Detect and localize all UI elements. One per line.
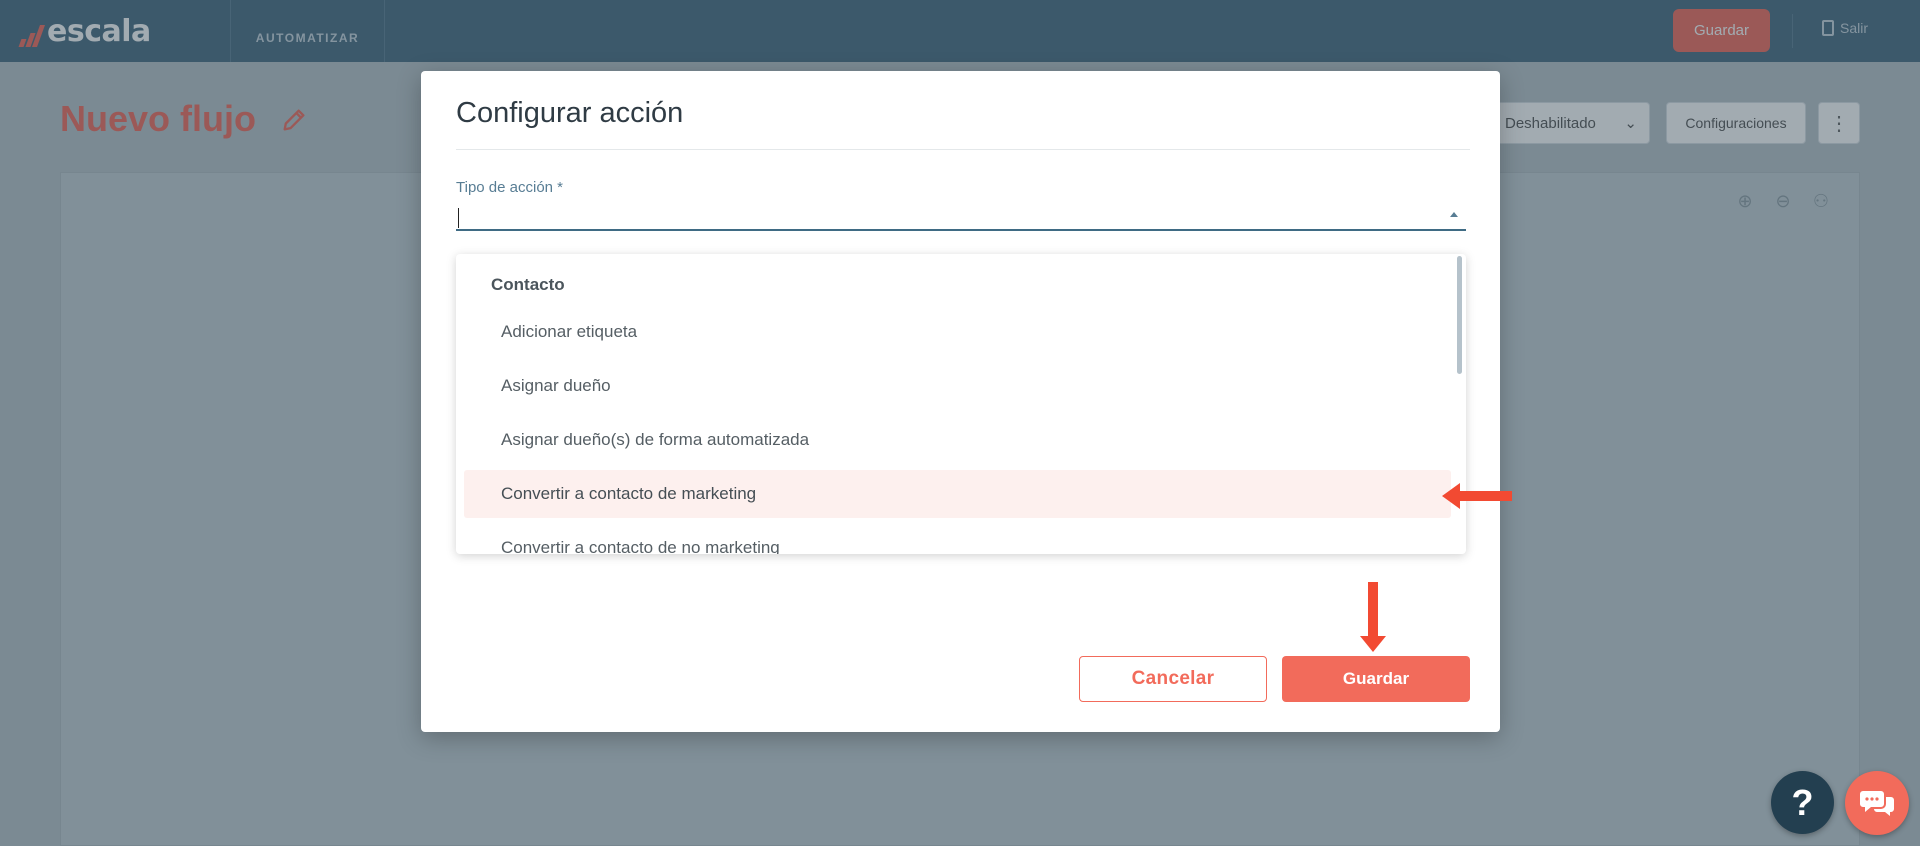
- chat-icon: [1860, 791, 1894, 816]
- save-button[interactable]: Guardar: [1282, 656, 1470, 702]
- dropdown-scrollbar[interactable]: [1457, 256, 1462, 374]
- chat-button[interactable]: [1845, 771, 1909, 835]
- modal-divider: [456, 149, 1470, 150]
- dropdown-option[interactable]: Adicionar etiqueta: [464, 308, 1451, 356]
- text-caret: [458, 208, 459, 228]
- configure-action-dialog: Configurar acción Tipo de acción * Conta…: [421, 71, 1500, 732]
- help-button[interactable]: ?: [1771, 771, 1834, 834]
- dropdown-option[interactable]: Convertir a contacto de no marketing: [464, 524, 1451, 554]
- cancel-button[interactable]: Cancelar: [1079, 656, 1267, 702]
- dropdown-option[interactable]: Asignar dueño: [464, 362, 1451, 410]
- dropdown-option-highlighted[interactable]: Convertir a contacto de marketing: [464, 470, 1451, 518]
- action-type-select[interactable]: [456, 198, 1466, 231]
- action-type-label: Tipo de acción *: [456, 179, 564, 196]
- dropdown-group-header: Contacto: [491, 275, 565, 294]
- modal-title: Configurar acción: [456, 97, 684, 129]
- caret-up-icon[interactable]: [1450, 212, 1458, 217]
- arrow-left-icon: [1442, 483, 1512, 509]
- action-type-dropdown: Contacto Adicionar etiqueta Asignar dueñ…: [456, 254, 1466, 554]
- dropdown-option[interactable]: Asignar dueño(s) de forma automatizada: [464, 416, 1451, 464]
- arrow-down-icon: [1360, 582, 1386, 652]
